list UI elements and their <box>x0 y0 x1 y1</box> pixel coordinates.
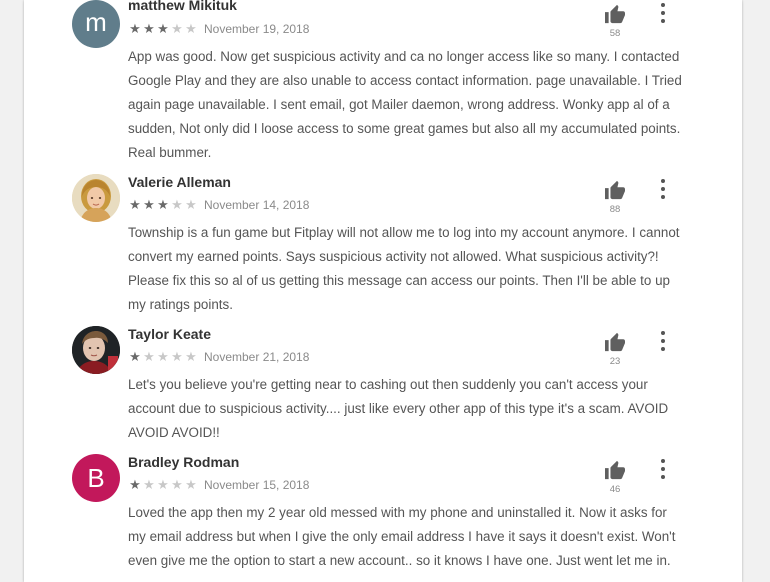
review-date: November 14, 2018 <box>204 198 310 212</box>
star-empty-icon: ★ <box>143 349 155 364</box>
avatar <box>72 326 120 374</box>
star-filled-icon: ★ <box>143 21 155 36</box>
avatar <box>72 174 120 222</box>
star-filled-icon: ★ <box>129 197 141 212</box>
rating-row: ★ ★ ★ ★ ★ November 15, 2018 <box>128 477 309 493</box>
review-date: November 15, 2018 <box>204 478 310 492</box>
star-rating: ★ ★ ★ ★ ★ <box>128 478 198 492</box>
avatar-photo <box>72 326 120 374</box>
star-empty-icon: ★ <box>171 21 183 36</box>
review-author: Bradley Rodman <box>128 454 240 470</box>
review-text: Let's you believe you're getting near to… <box>128 377 669 440</box>
review-date: November 19, 2018 <box>204 22 310 36</box>
star-filled-icon: ★ <box>129 477 141 492</box>
star-filled-icon: ★ <box>129 349 141 364</box>
avatar-letter: m <box>85 6 107 37</box>
star-empty-icon: ★ <box>157 349 169 364</box>
review-text: Loved the app then my 2 year old messed … <box>128 505 676 568</box>
reviews-panel: m matthew Mikituk ★ ★ ★ ★ ★ November 19,… <box>24 0 742 582</box>
avatar-letter: B <box>87 462 105 493</box>
star-filled-icon: ★ <box>157 197 169 212</box>
review-author: Taylor Keate <box>128 326 211 342</box>
star-empty-icon: ★ <box>171 197 183 212</box>
star-rating: ★ ★ ★ ★ ★ <box>128 22 198 36</box>
review-author: matthew Mikituk <box>128 0 237 13</box>
star-empty-icon: ★ <box>171 477 183 492</box>
review-date: November 21, 2018 <box>204 350 310 364</box>
review-author: Valerie Alleman <box>128 174 231 190</box>
avatar: m <box>72 0 120 48</box>
rating-row: ★ ★ ★ ★ ★ November 14, 2018 <box>128 197 309 213</box>
star-filled-icon: ★ <box>143 197 155 212</box>
review-text: App was good. Now get suspicious activit… <box>128 49 682 160</box>
avatar: B <box>72 454 120 502</box>
review-item: B Bradley Rodman ★ ★ ★ ★ ★ November 15, … <box>24 454 742 582</box>
helpful-count: 88 <box>609 204 621 215</box>
more-vert-icon[interactable] <box>656 331 670 351</box>
rating-row: ★ ★ ★ ★ ★ November 19, 2018 <box>128 21 309 37</box>
helpful-count: 58 <box>609 28 621 39</box>
star-rating: ★ ★ ★ ★ ★ <box>128 198 198 212</box>
avatar-photo <box>72 174 120 222</box>
rating-row: ★ ★ ★ ★ ★ November 21, 2018 <box>128 349 309 365</box>
thumbs-up-icon[interactable] <box>604 180 626 200</box>
review-item: Taylor Keate ★ ★ ★ ★ ★ November 21, 2018… <box>24 326 742 452</box>
more-vert-icon[interactable] <box>656 459 670 479</box>
helpful-count: 23 <box>609 356 621 367</box>
star-empty-icon: ★ <box>185 477 197 492</box>
more-vert-icon[interactable] <box>656 3 670 23</box>
thumbs-up-icon[interactable] <box>604 332 626 352</box>
review-text: Township is a fun game but Fitplay will … <box>128 225 680 312</box>
star-filled-icon: ★ <box>129 21 141 36</box>
star-filled-icon: ★ <box>157 21 169 36</box>
star-empty-icon: ★ <box>143 477 155 492</box>
star-empty-icon: ★ <box>185 21 197 36</box>
star-empty-icon: ★ <box>185 197 197 212</box>
more-vert-icon[interactable] <box>656 179 670 199</box>
review-item: m matthew Mikituk ★ ★ ★ ★ ★ November 19,… <box>24 0 742 170</box>
star-empty-icon: ★ <box>185 349 197 364</box>
review-item: Valerie Alleman ★ ★ ★ ★ ★ November 14, 2… <box>24 174 742 324</box>
thumbs-up-icon[interactable] <box>604 4 626 24</box>
star-empty-icon: ★ <box>171 349 183 364</box>
thumbs-up-icon[interactable] <box>604 460 626 480</box>
helpful-count: 46 <box>609 484 621 495</box>
star-rating: ★ ★ ★ ★ ★ <box>128 350 198 364</box>
star-empty-icon: ★ <box>157 477 169 492</box>
